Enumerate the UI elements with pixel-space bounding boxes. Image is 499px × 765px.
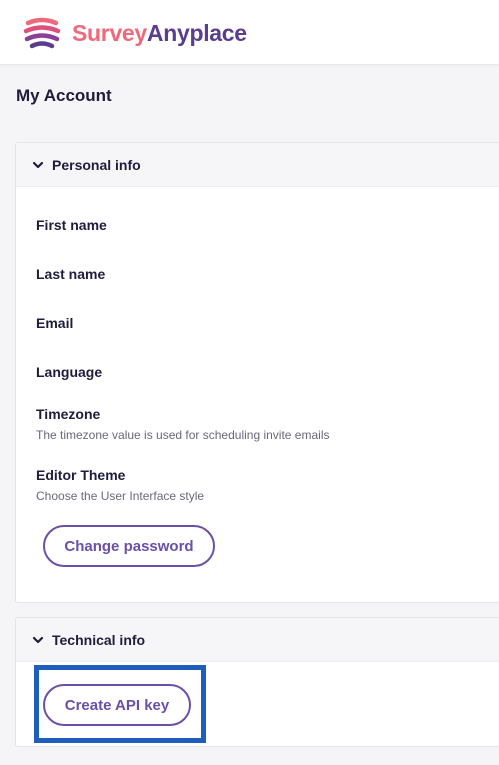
personal-info-header[interactable]: Personal info	[16, 143, 499, 187]
brand-logo[interactable]: SurveyAnyplace	[22, 13, 247, 53]
editor-theme-help-text: Choose the User Interface style	[36, 489, 205, 503]
change-password-button[interactable]: Change password	[43, 525, 215, 567]
personal-info-title: Personal info	[52, 156, 141, 173]
language-label: Language	[36, 364, 103, 380]
timezone-help-text: The timezone value is used for schedulin…	[36, 428, 330, 442]
brand-name: SurveyAnyplace	[72, 19, 247, 46]
technical-info-title: Technical info	[52, 631, 146, 648]
technical-info-header[interactable]: Technical info	[16, 618, 499, 662]
timezone-label: Timezone	[36, 406, 101, 422]
email-label: Email	[36, 315, 74, 331]
personal-info-card: Personal info First name Last name Email…	[15, 142, 499, 603]
chevron-down-icon	[32, 161, 44, 168]
top-bar: SurveyAnyplace	[0, 0, 499, 65]
chevron-down-icon	[32, 636, 44, 643]
page-title: My Account	[16, 86, 112, 105]
last-name-label: Last name	[36, 266, 106, 282]
editor-theme-label: Editor Theme	[36, 467, 126, 483]
surveyanyplace-logo-icon	[23, 17, 61, 49]
highlight-box	[34, 665, 206, 743]
first-name-label: First name	[36, 217, 107, 233]
